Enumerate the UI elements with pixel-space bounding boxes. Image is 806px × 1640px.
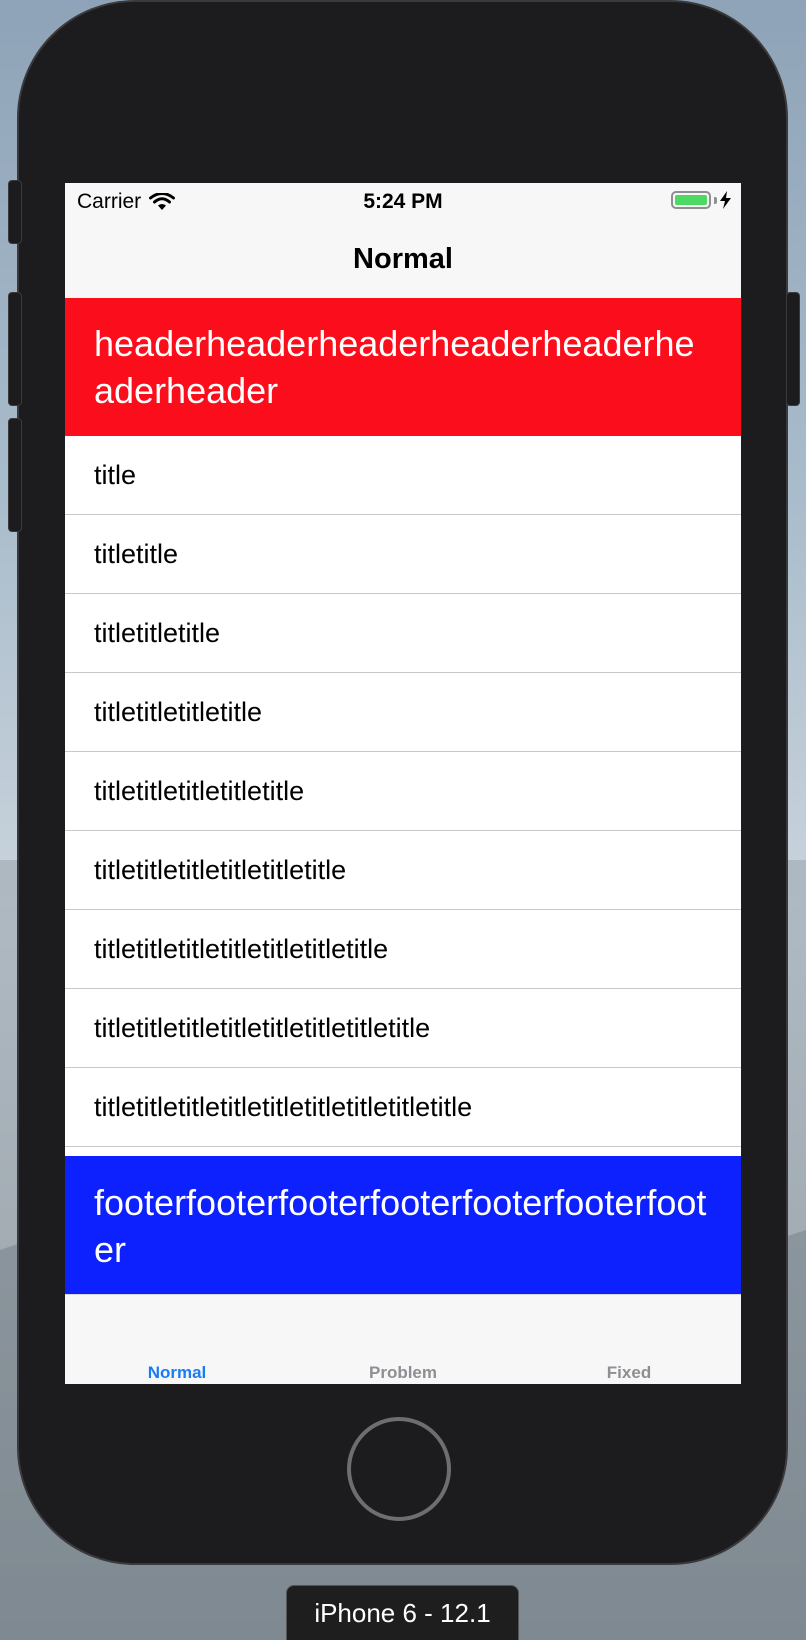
volume-down-button — [8, 418, 22, 532]
tab-bar: Normal Problem Fixed — [65, 1294, 741, 1384]
battery-tip — [714, 196, 717, 204]
tab-problem[interactable]: Problem — [323, 1363, 483, 1383]
device-label-text: iPhone 6 - 12.1 — [314, 1597, 491, 1628]
row-label: titletitletitletitletitletitletitletitle… — [94, 1091, 473, 1122]
row-label: titletitletitletitletitletitle — [94, 854, 347, 885]
row-label: title — [94, 459, 137, 490]
table-row[interactable]: titletitletitletitletitletitletitle — [65, 910, 741, 989]
clock: 5:24 PM — [363, 190, 443, 213]
tab-fixed-label: Fixed — [606, 1363, 652, 1382]
table-row[interactable]: titletitletitletitletitletitle — [65, 831, 741, 910]
tab-problem-label: Problem — [368, 1363, 438, 1382]
volume-up-button — [8, 292, 22, 406]
battery-indicator — [671, 191, 731, 209]
battery-icon — [671, 191, 711, 209]
table-row[interactable]: titletitletitletitletitletitletitletitle… — [65, 1068, 741, 1147]
row-label: titletitletitletitletitletitletitle — [94, 933, 389, 964]
table-row[interactable]: title — [65, 436, 741, 515]
row-label: titletitletitletitle — [94, 696, 263, 727]
device-screen: Carrier 5:24 PM Normal headerheaderheade… — [65, 183, 741, 1384]
row-label: titletitletitle — [94, 617, 221, 648]
table-header: headerheaderheaderheaderheaderheaderhead… — [65, 298, 741, 436]
table-footer: footerfooterfooterfooterfooterfooterfoot… — [65, 1156, 741, 1294]
header-label: headerheaderheaderheaderheaderheaderhead… — [94, 323, 695, 411]
table-view[interactable]: title titletitle titletitletitle titleti… — [65, 436, 741, 1147]
row-label: titletitletitletitletitle — [94, 775, 305, 806]
charging-bolt-icon — [720, 191, 731, 209]
row-label: titletitle — [94, 538, 179, 569]
table-row[interactable]: titletitle — [65, 515, 741, 594]
table-row[interactable]: titletitletitletitletitle — [65, 752, 741, 831]
row-label: titletitletitletitletitletitletitletitle — [94, 1012, 431, 1043]
simulator-device-label: iPhone 6 - 12.1 — [286, 1585, 519, 1640]
home-button[interactable] — [347, 1417, 451, 1521]
table-row[interactable]: titletitletitle — [65, 594, 741, 673]
table-row[interactable]: titletitletitletitle — [65, 673, 741, 752]
tab-normal-label: Normal — [147, 1363, 207, 1382]
table-row[interactable]: titletitletitletitletitletitletitletitle — [65, 989, 741, 1068]
nav-title: Normal — [353, 243, 453, 275]
power-button — [786, 292, 800, 406]
footer-label: footerfooterfooterfooterfooterfooterfoot… — [94, 1182, 707, 1270]
navigation-bar: Normal — [65, 221, 741, 298]
tab-normal[interactable]: Normal — [97, 1363, 257, 1383]
status-bar: Carrier 5:24 PM — [65, 183, 741, 221]
mute-switch — [8, 180, 22, 244]
tab-fixed[interactable]: Fixed — [549, 1363, 709, 1383]
